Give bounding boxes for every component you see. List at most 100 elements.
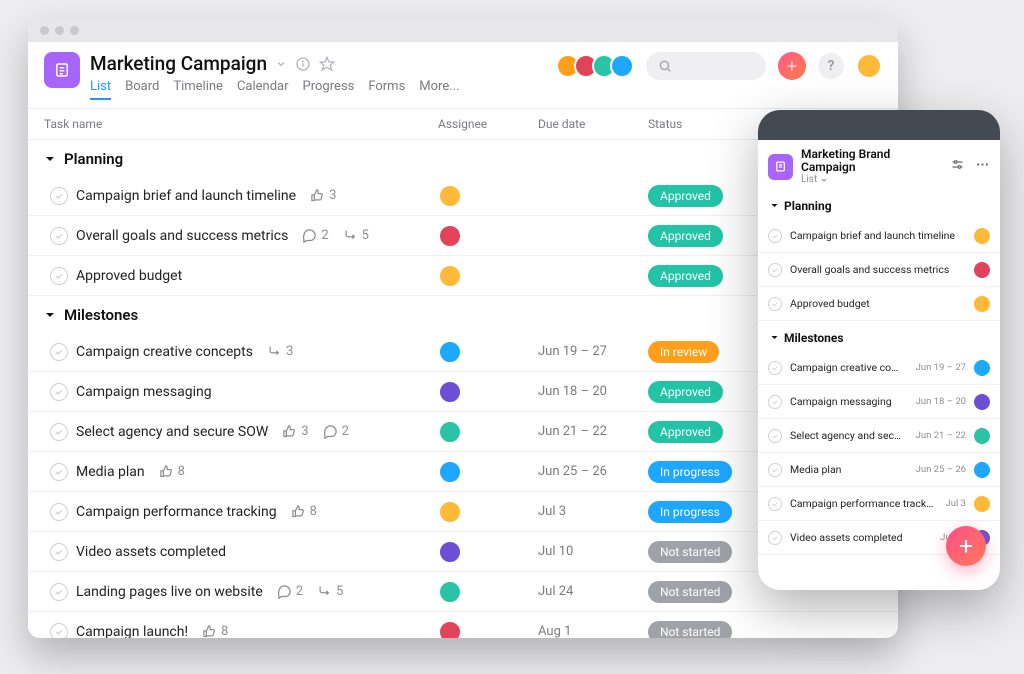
star-icon[interactable]: [319, 56, 335, 72]
complete-checkbox[interactable]: [50, 227, 68, 245]
status-pill[interactable]: Not started: [648, 581, 732, 603]
mobile-add-button[interactable]: +: [946, 526, 986, 566]
complete-checkbox[interactable]: [768, 463, 782, 477]
assignee-avatar[interactable]: [438, 460, 462, 484]
assignee-avatar[interactable]: [438, 380, 462, 404]
member-avatars[interactable]: [562, 54, 634, 78]
status-pill[interactable]: Approved: [648, 265, 723, 287]
info-icon[interactable]: [295, 56, 311, 72]
assignee-avatar[interactable]: [438, 264, 462, 288]
column-assignee[interactable]: Assignee: [438, 117, 538, 131]
assignee-avatar[interactable]: [438, 224, 462, 248]
assignee-avatar[interactable]: [974, 462, 990, 478]
assignee-avatar[interactable]: [438, 540, 462, 564]
due-date[interactable]: Jun 21 – 22: [538, 424, 648, 439]
tab-board[interactable]: Board: [125, 79, 159, 100]
status-pill[interactable]: Approved: [648, 421, 723, 443]
status-pill[interactable]: Approved: [648, 185, 723, 207]
due-date[interactable]: Jun 19 – 27: [538, 344, 648, 359]
task-title: Media plan: [76, 464, 145, 480]
complete-checkbox[interactable]: [50, 623, 68, 639]
project-icon: [44, 52, 80, 88]
assignee-avatar[interactable]: [974, 496, 990, 512]
complete-checkbox[interactable]: [768, 263, 782, 277]
mobile-task-row[interactable]: Approved budget: [758, 287, 1000, 321]
complete-checkbox[interactable]: [768, 531, 782, 545]
complete-checkbox[interactable]: [768, 429, 782, 443]
complete-checkbox[interactable]: [768, 297, 782, 311]
filter-icon[interactable]: [950, 157, 965, 176]
assignee-avatar[interactable]: [974, 394, 990, 410]
complete-checkbox[interactable]: [50, 383, 68, 401]
due-date[interactable]: Jul 10: [538, 544, 648, 559]
tab-forms[interactable]: Forms: [368, 79, 405, 100]
tab-more[interactable]: More...: [419, 79, 459, 100]
user-avatar[interactable]: [856, 53, 882, 79]
task-row[interactable]: Campaign launch!8Aug 1Not started: [28, 612, 898, 638]
traffic-light-zoom[interactable]: [70, 26, 79, 35]
complete-checkbox[interactable]: [50, 543, 68, 561]
assignee-avatar[interactable]: [438, 184, 462, 208]
assignee-avatar[interactable]: [974, 262, 990, 278]
due-date[interactable]: Jul 3: [538, 504, 648, 519]
assignee-avatar[interactable]: [438, 500, 462, 524]
mobile-task-row[interactable]: Campaign brief and launch timeline: [758, 219, 1000, 253]
status-pill[interactable]: In progress: [648, 461, 732, 483]
complete-checkbox[interactable]: [50, 267, 68, 285]
due-date[interactable]: Jul 24: [538, 584, 648, 599]
complete-checkbox[interactable]: [768, 229, 782, 243]
complete-checkbox[interactable]: [50, 187, 68, 205]
traffic-light-minimize[interactable]: [55, 26, 64, 35]
search-input[interactable]: [646, 52, 766, 80]
due-date[interactable]: Jun 25 – 26: [538, 464, 648, 479]
mobile-task-row[interactable]: Campaign performance trackingJul 3: [758, 487, 1000, 521]
mobile-task-list: PlanningCampaign brief and launch timeli…: [758, 189, 1000, 555]
status-pill[interactable]: Approved: [648, 225, 723, 247]
more-icon[interactable]: [975, 157, 990, 176]
status-pill[interactable]: Not started: [648, 541, 732, 563]
due-date[interactable]: Aug 1: [538, 624, 648, 638]
add-button[interactable]: +: [778, 52, 806, 80]
complete-checkbox[interactable]: [50, 583, 68, 601]
complete-checkbox[interactable]: [768, 395, 782, 409]
traffic-light-close[interactable]: [40, 26, 49, 35]
status-pill[interactable]: Not started: [648, 621, 732, 639]
tab-calendar[interactable]: Calendar: [237, 79, 289, 100]
project-menu-caret-icon[interactable]: [275, 58, 287, 70]
status-pill[interactable]: In progress: [648, 501, 732, 523]
status-pill[interactable]: Approved: [648, 381, 723, 403]
assignee-avatar[interactable]: [438, 420, 462, 444]
assignee-avatar[interactable]: [974, 228, 990, 244]
complete-checkbox[interactable]: [50, 423, 68, 441]
mobile-task-row[interactable]: Campaign creative conceptsJun 19 – 27: [758, 351, 1000, 385]
tab-progress[interactable]: Progress: [303, 79, 355, 100]
complete-checkbox[interactable]: [768, 497, 782, 511]
complete-checkbox[interactable]: [50, 343, 68, 361]
assignee-avatar[interactable]: [974, 428, 990, 444]
assignee-avatar[interactable]: [974, 360, 990, 376]
due-date[interactable]: Jun 18 – 20: [538, 384, 648, 399]
mobile-task-row[interactable]: Media planJun 25 – 26: [758, 453, 1000, 487]
mobile-view-label[interactable]: List: [801, 174, 942, 185]
help-button[interactable]: ?: [818, 53, 844, 79]
mobile-section-header[interactable]: Milestones: [758, 321, 1000, 351]
tab-list[interactable]: List: [90, 79, 111, 100]
project-heading-block: Marketing Campaign ListBoardTimelineCale…: [90, 52, 460, 100]
member-avatar[interactable]: [610, 54, 634, 78]
assignee-avatar[interactable]: [438, 580, 462, 604]
status-pill[interactable]: In review: [648, 341, 719, 363]
mobile-task-row[interactable]: Select agency and secure SOWJun 21 – 22: [758, 419, 1000, 453]
search-icon: [658, 59, 672, 73]
complete-checkbox[interactable]: [768, 361, 782, 375]
mobile-section-header[interactable]: Planning: [758, 189, 1000, 219]
mobile-task-row[interactable]: Campaign messagingJun 18 – 20: [758, 385, 1000, 419]
column-task-name[interactable]: Task name: [28, 117, 438, 131]
assignee-avatar[interactable]: [438, 340, 462, 364]
mobile-task-row[interactable]: Overall goals and success metrics: [758, 253, 1000, 287]
complete-checkbox[interactable]: [50, 503, 68, 521]
assignee-avatar[interactable]: [438, 620, 462, 639]
column-due-date[interactable]: Due date: [538, 117, 648, 131]
tab-timeline[interactable]: Timeline: [173, 79, 223, 100]
assignee-avatar[interactable]: [974, 296, 990, 312]
complete-checkbox[interactable]: [50, 463, 68, 481]
